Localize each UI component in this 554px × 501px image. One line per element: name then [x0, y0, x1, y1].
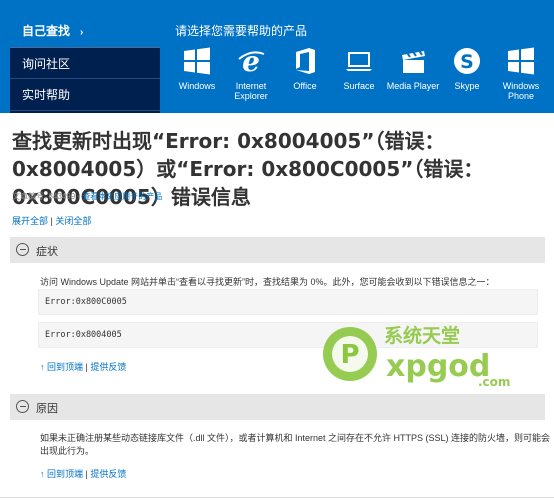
windows-logo-icon [181, 45, 213, 77]
nav-item-label: 自己查找 [22, 24, 71, 38]
product-windows[interactable]: Windows [170, 45, 224, 91]
product-skype[interactable]: S Skype [440, 45, 494, 91]
svg-text:e: e [242, 45, 260, 77]
cause-text-line-2: 出现此行为。 [40, 446, 95, 456]
product-media-player[interactable]: Media Player [386, 45, 440, 91]
skype-icon: S [451, 45, 483, 77]
product-help-title: 请选择您需要帮助的产品 [175, 24, 308, 38]
watermark-text: .com [478, 375, 510, 389]
nav-item-live-help[interactable]: 实时帮助 [10, 79, 160, 111]
nav-item-self-help[interactable]: 自己查找 › [10, 15, 160, 47]
product-label: Skype [454, 81, 480, 91]
section-links: ↑ 回到顶端 | 提供反馈 [40, 360, 126, 373]
section-header-cause[interactable]: 原因 [10, 394, 545, 420]
windows-phone-icon [505, 45, 537, 77]
section-header-symptoms[interactable]: 症状 [10, 237, 545, 263]
product-label: Internet Explorer [234, 81, 268, 101]
expand-all-link[interactable]: 展开全部 [12, 216, 48, 226]
office-icon [289, 45, 321, 77]
feedback-link[interactable]: 提供反馈 [90, 362, 126, 372]
internet-explorer-icon: e [235, 45, 267, 78]
chevron-right-icon: › [80, 27, 84, 38]
product-surface[interactable]: Surface [332, 45, 386, 91]
expand-collapse-controls: 展开全部 | 关闭全部 [12, 214, 91, 227]
collapse-icon [16, 243, 29, 256]
article-id: 文章编号: 843499 - [12, 192, 83, 201]
product-label: Surface [343, 81, 375, 91]
watermark-text: 系统天堂 [384, 324, 460, 347]
section-title: 原因 [36, 403, 58, 415]
section-links: ↑ 回到顶端 | 提供反馈 [40, 467, 126, 480]
cause-text-line-1: 如果未正确注册某些动态链接库文件（.dll 文件），或者计算机和 Interne… [40, 433, 551, 443]
product-list: Windows e Internet Explorer Office Surfa… [170, 45, 554, 107]
divider [0, 497, 554, 498]
watermark-logo: P 系统天堂 xpgod .com [318, 318, 518, 390]
collapse-icon [16, 400, 29, 413]
product-label: Windows Phone [502, 81, 540, 101]
section-title: 症状 [36, 246, 58, 258]
collapse-all-link[interactable]: 关闭全部 [55, 216, 91, 226]
nav-item-community[interactable]: 询问社区 [10, 47, 160, 79]
applies-to-link[interactable]: 查看本文应用于的产品 [82, 192, 162, 201]
feedback-link[interactable]: 提供反馈 [90, 469, 126, 479]
product-office[interactable]: Office [278, 45, 332, 91]
product-label: Office [293, 81, 317, 91]
surface-icon [343, 45, 375, 77]
back-to-top-link[interactable]: ↑ 回到顶端 [40, 469, 83, 479]
error-code-box: Error:0x800C0005 [38, 289, 538, 315]
watermark-text: xpgod [386, 349, 490, 384]
article-meta: 文章编号: 843499 - 查看本文应用于的产品 [12, 191, 162, 202]
product-windows-phone[interactable]: Windows Phone [494, 45, 548, 101]
svg-text:P: P [340, 340, 359, 370]
svg-text:S: S [460, 51, 474, 73]
nav-item-label: 实时帮助 [22, 88, 71, 102]
symptoms-text: 访问 Windows Update 网站并单击“查看以寻找更新”时，查找结果为 … [40, 277, 495, 287]
media-player-icon [397, 45, 429, 77]
product-label: Windows [178, 81, 216, 91]
nav-item-label: 询问社区 [22, 57, 71, 71]
product-internet-explorer[interactable]: e Internet Explorer [224, 45, 278, 101]
left-nav: 自己查找 › 询问社区 实时帮助 [10, 15, 160, 113]
product-label: Media Player [386, 81, 440, 91]
back-to-top-link[interactable]: ↑ 回到顶端 [40, 362, 83, 372]
